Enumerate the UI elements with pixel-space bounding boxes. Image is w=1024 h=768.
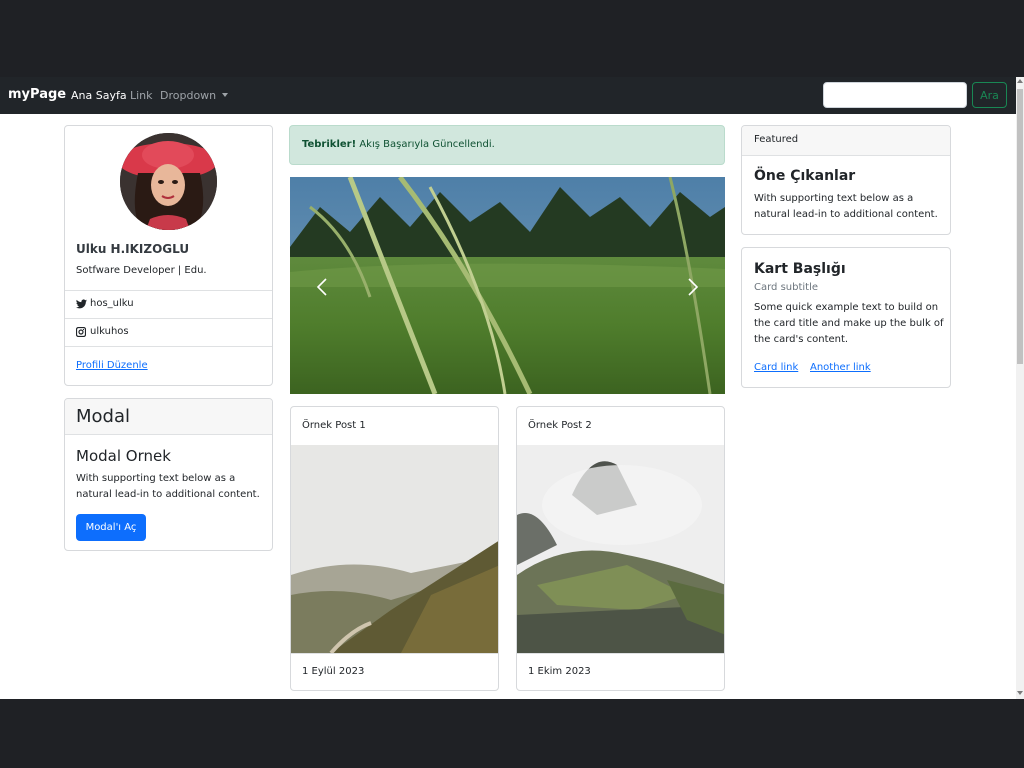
featured-card-header: Featured <box>742 126 950 156</box>
divider <box>517 653 724 654</box>
profile-title: Sotfware Developer | Edu. <box>76 265 207 276</box>
twitter-icon <box>76 299 87 309</box>
featured-card: Featured Öne Çıkanlar With supporting te… <box>741 125 951 235</box>
post-card-1: Örnek Post 1 1 Eylül 2023 <box>290 406 499 691</box>
modal-card-title: Modal Ornek <box>76 447 171 465</box>
navbar: myPage Ana Sayfa Link Dropdown Ara <box>0 77 1016 114</box>
featured-text: With supporting text below as a <box>754 193 914 204</box>
post-image-1 <box>291 445 498 653</box>
alert-strong: Tebrikler! <box>302 139 357 150</box>
vertical-scrollbar[interactable] <box>1016 77 1024 699</box>
scroll-down-icon[interactable] <box>1017 691 1023 695</box>
instagram-icon <box>76 327 86 337</box>
featured-header-label: Featured <box>754 134 799 145</box>
carousel-prev-icon[interactable] <box>316 277 328 297</box>
post-date: 1 Eylül 2023 <box>302 666 365 677</box>
nav-dropdown[interactable]: Dropdown <box>160 89 229 102</box>
instagram-handle[interactable]: ulkuhos <box>90 326 129 337</box>
search-input[interactable] <box>823 82 967 108</box>
post-image-2 <box>517 445 724 653</box>
featured-title: Öne Çıkanlar <box>754 168 856 184</box>
modal-card-header-title: Modal <box>76 406 130 427</box>
scroll-up-icon[interactable] <box>1017 79 1023 83</box>
scroll-thumb[interactable] <box>1017 89 1023 364</box>
profile-card: Ulku H.IKIZOGLU Sotfware Developer | Edu… <box>64 125 273 386</box>
divider <box>65 346 272 347</box>
modal-card-text: natural lead-in to additional content. <box>76 489 260 500</box>
kart-title: Kart Başlığı <box>754 261 846 277</box>
twitter-handle[interactable]: hos_ulku <box>90 298 134 309</box>
search-button[interactable]: Ara <box>972 82 1007 108</box>
alert-text: Akış Başarıyla Güncellendi. <box>356 139 495 150</box>
carousel-image <box>290 177 725 394</box>
image-carousel <box>290 177 725 394</box>
kart-text: the card's content. <box>754 334 849 345</box>
divider <box>291 653 498 654</box>
profile-name: Ulku H.IKIZOGLU <box>76 242 190 256</box>
navbar-brand[interactable]: myPage <box>8 87 66 102</box>
avatar <box>120 133 217 230</box>
success-alert: Tebrikler! Akış Başarıyla Güncellendi. <box>289 125 725 165</box>
kart-text: Some quick example text to build on <box>754 302 939 313</box>
edit-profile-link[interactable]: Profili Düzenle <box>76 360 148 371</box>
open-modal-button[interactable]: Modal'ı Aç <box>76 514 146 541</box>
post-date: 1 Ekim 2023 <box>528 666 591 677</box>
post-card-2: Örnek Post 2 1 Ekim 2023 <box>516 406 725 691</box>
post-header: Örnek Post 2 <box>528 420 592 431</box>
divider <box>65 318 272 319</box>
kart-subtitle: Card subtitle <box>754 282 819 293</box>
another-link[interactable]: Another link <box>810 362 871 373</box>
modal-card: Modal Modal Ornek With supporting text b… <box>64 398 273 551</box>
post-header: Örnek Post 1 <box>302 420 366 431</box>
featured-text: natural lead-in to additional content. <box>754 209 938 220</box>
caret-down-icon <box>222 93 229 97</box>
card-link[interactable]: Card link <box>754 362 798 373</box>
kart-text: the card title and make up the bulk of <box>754 318 944 329</box>
nav-link-link[interactable]: Link <box>130 89 153 102</box>
browser-viewport: myPage Ana Sayfa Link Dropdown Ara Ulku … <box>0 77 1024 699</box>
divider <box>65 290 272 291</box>
modal-card-header: Modal <box>65 399 272 435</box>
kart-card: Kart Başlığı Card subtitle Some quick ex… <box>741 247 951 388</box>
nav-link-home[interactable]: Ana Sayfa <box>71 89 127 102</box>
nav-dropdown-label: Dropdown <box>160 89 217 102</box>
carousel-next-icon[interactable] <box>687 277 699 297</box>
modal-card-text: With supporting text below as a <box>76 473 236 484</box>
